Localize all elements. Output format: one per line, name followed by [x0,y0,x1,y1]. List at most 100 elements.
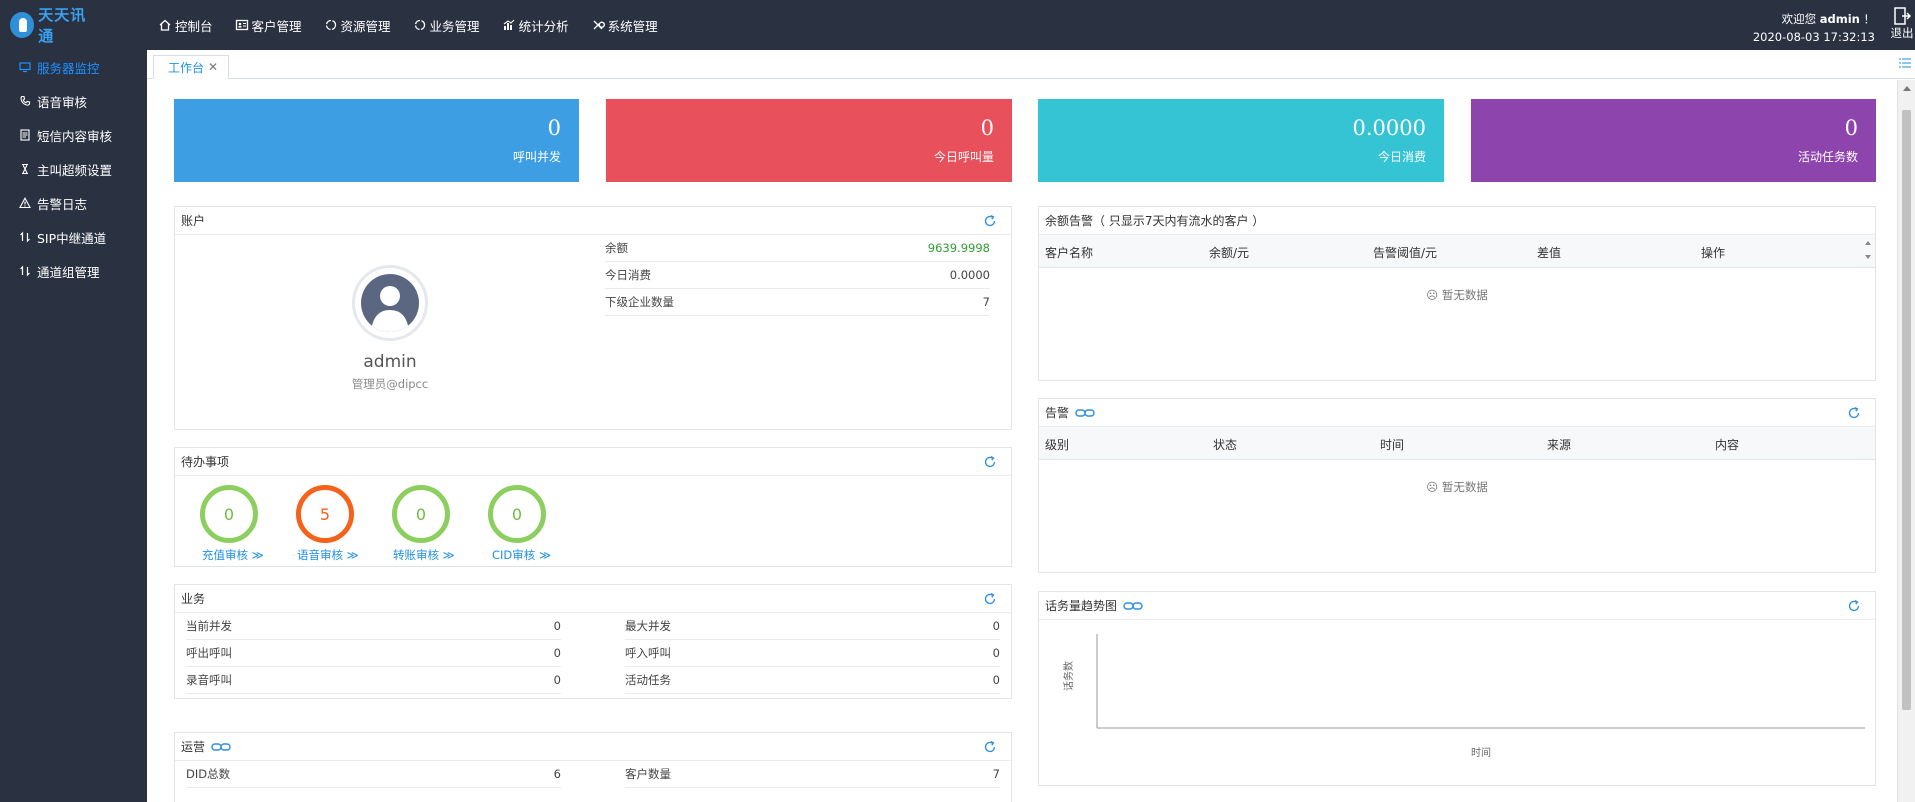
topnav-customers[interactable]: 客户管理 [235,16,302,35]
list-menu-icon[interactable] [1899,58,1911,68]
column-header: 级别 [1045,438,1070,452]
topnav-system[interactable]: 系统管理 [591,16,658,35]
kv-label: 余额 [605,241,628,255]
operations-panel: 运营 DID总数 6 客户数量 7 [174,732,1012,802]
column-header: 来源 [1547,438,1572,452]
panel-header: 余额告警（ 只显示7天内有流水的客户 ） [1039,207,1875,235]
todo-count-recharge[interactable]: 0 [200,485,258,543]
todo-link-voice[interactable]: 语音审核 ≫ [297,547,359,563]
todo-count-transfer[interactable]: 0 [392,485,450,543]
user-name: admin [1819,12,1860,26]
account-row-sub-enterprises: 下级企业数量 7 [605,289,990,316]
refresh-icon[interactable] [983,455,997,469]
panel-header: 话务量趋势图 [1039,592,1875,620]
trend-chart-panel: 话务量趋势图 话务数 时间 [1038,591,1876,786]
kv-label: 客户数量 [625,767,671,781]
trend-chart: 话务数 时间 [1062,634,1865,759]
sidebar-item-alarm-log[interactable]: 告警日志 [0,186,147,220]
kv-label: 当前并发 [186,619,232,633]
sidebar-item-label: 短信内容审核 [37,128,113,144]
topnav-label: 系统管理 [607,18,658,34]
close-icon[interactable]: ✕ [208,60,218,74]
kv-label: 今日消费 [605,268,651,282]
stat-card-active-tasks[interactable]: 0 活动任务数 [1471,99,1876,182]
topnav-dashboard[interactable]: 控制台 [158,16,213,35]
logout-button[interactable]: 退出 [1889,6,1915,40]
empty-state: ☹ 暂无数据 [1039,287,1875,303]
refresh-icon[interactable] [1847,406,1861,420]
hourglass-icon [22,163,28,175]
main-content: 0 呼叫并发 0 今日呼叫量 0.0000 今日消费 0 活动任务数 账户 ad… [147,80,1897,802]
panel-header: 账户 [175,207,1011,235]
todo-count-cid[interactable]: 0 [488,485,546,543]
double-chevron-icon: ≫ [538,548,551,562]
topnav-resources[interactable]: 资源管理 [324,16,391,35]
empty-text: 暂无数据 [1441,480,1488,494]
topnav-label: 客户管理 [251,18,302,34]
business-row: 最大并发 0 [625,613,1000,640]
tab-workbench[interactable]: 工作台 ✕ [153,55,230,79]
sidebar-item-voice-review[interactable]: 语音审核 [0,84,147,118]
sidebar-item-channel-group[interactable]: 通道组管理 [0,254,147,288]
account-row-balance: 余额 9639.9998 [605,235,990,262]
alarm-panel: 告警 级别 状态 时间 来源 内容 ☹ 暂无数据 [1038,398,1876,573]
todo-count-voice[interactable]: 5 [296,485,354,543]
todo-link-transfer[interactable]: 转账审核 ≫ [393,547,455,563]
link-icon[interactable] [1075,408,1095,418]
kv-value: 0 [553,673,561,687]
stat-value: 0.0000 [1352,116,1426,140]
page-scrollbar[interactable] [1897,80,1915,802]
topnav-statistics[interactable]: 统计分析 [502,16,569,35]
stat-card-concurrent-calls[interactable]: 0 呼叫并发 [174,99,579,182]
balance-alert-panel: 余额告警（ 只显示7天内有流水的客户 ） 客户名称 余额/元 告警阈值/元 差值… [1038,206,1876,381]
column-header: 告警阈值/元 [1373,246,1438,260]
business-row: 录音呼叫 0 [186,667,561,694]
account-user-name: admin [363,352,417,372]
sidebar-item-label: 通道组管理 [37,264,100,280]
account-row-today-spend: 今日消费 0.0000 [605,262,990,289]
kv-label: 呼出呼叫 [186,646,232,660]
stat-card-today-spend[interactable]: 0.0000 今日消费 [1038,99,1444,182]
todo-link-recharge[interactable]: 充值审核 ≫ [202,547,264,563]
sidebar-item-server-monitor[interactable]: 服务器监控 [0,50,147,84]
kv-value: 0 [553,619,561,633]
sidebar: 服务器监控 语音审核 短信内容审核 主叫超频设置 告警日志 SIP中继通道 通道… [0,50,147,802]
stat-card-today-calls[interactable]: 0 今日呼叫量 [606,99,1012,182]
panel-title: 业务 [181,592,206,606]
logo-mark-icon [10,12,35,38]
todo-link-cid[interactable]: CID审核 ≫ [492,547,551,563]
kv-value: 7 [992,767,1000,781]
tab-strip: 工作台 ✕ [147,50,1915,79]
sidebar-item-label: 语音审核 [37,94,88,110]
refresh-icon[interactable] [983,214,997,228]
stat-label: 今日呼叫量 [933,150,994,164]
table-scroll-arrows[interactable] [1863,235,1873,265]
column-header: 时间 [1380,438,1405,452]
refresh-icon[interactable] [1847,599,1861,613]
table-header: 级别 状态 时间 来源 内容 [1039,427,1875,460]
sidebar-item-sms-review[interactable]: 短信内容审核 [0,118,147,152]
table-header: 客户名称 余额/元 告警阈值/元 差值 操作 [1039,235,1875,268]
sidebar-item-caller-frequency[interactable]: 主叫超频设置 [0,152,147,186]
logo[interactable]: 天天讯通 [10,6,98,45]
kv-value: 0.0000 [949,268,990,282]
refresh-icon[interactable] [983,740,997,754]
welcome-line: 欢迎您 admin ！ [1753,10,1875,28]
empty-state: ☹ 暂无数据 [1039,479,1875,495]
link-icon[interactable] [1123,601,1143,611]
topnav-business[interactable]: 业务管理 [413,16,480,35]
business-row: 当前并发 0 [186,613,561,640]
refresh-icon[interactable] [983,592,997,606]
kv-label: 最大并发 [625,619,671,633]
scroll-up-arrow-icon[interactable] [1903,86,1911,91]
panel-title: 待办事项 [181,455,230,469]
wrench-icon [593,20,605,30]
scrollbar-thumb[interactable] [1902,110,1911,710]
cycle-icon [325,19,336,31]
column-header: 状态 [1213,438,1238,452]
business-row: 呼出呼叫 0 [186,640,561,667]
link-icon[interactable] [211,742,231,752]
panel-header: 待办事项 [175,448,1011,476]
avatar-person-icon [361,274,419,332]
sidebar-item-sip-trunk[interactable]: SIP中继通道 [0,220,147,254]
